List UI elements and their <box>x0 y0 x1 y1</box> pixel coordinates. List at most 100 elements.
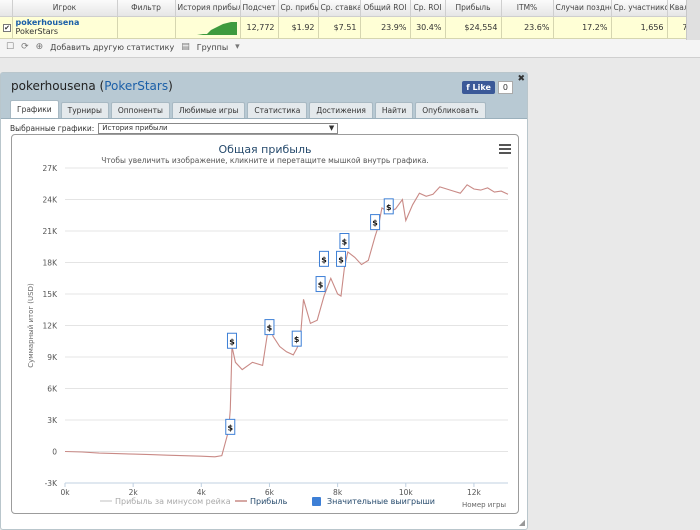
header-avg-entrants[interactable]: Ср. участников <box>611 0 668 17</box>
chart-selector-value: История прибыли <box>102 124 168 132</box>
big-win-marker[interactable]: $ <box>226 332 237 349</box>
x-tick-label: 2k <box>129 488 139 497</box>
like-button-label: Like <box>472 83 491 92</box>
stats-panel: Игрок Фильтр История прибыли Подсчет Ср.… <box>0 0 700 58</box>
svg-text:$: $ <box>318 281 324 290</box>
header-filter[interactable]: Фильтр <box>117 0 176 17</box>
player-cell[interactable]: pokerhousena PokerStars <box>12 16 118 39</box>
folder-icon[interactable]: ▤ <box>181 42 190 52</box>
svg-text:$: $ <box>321 255 327 264</box>
refresh-icon[interactable]: ⟳ <box>21 42 29 52</box>
x-tick-label: 4k <box>197 488 207 497</box>
groups-menu[interactable]: Группы <box>197 43 228 52</box>
header-total-roi[interactable]: Общий ROI <box>360 0 411 17</box>
player-site: PokerStars <box>15 27 59 36</box>
big-win-marker[interactable]: $ <box>336 250 347 267</box>
player-window: pokerhousena (PokerStars) f Like 0 ✖ Гра… <box>0 72 528 530</box>
facebook-icon: f <box>466 83 470 92</box>
svg-text:$: $ <box>294 335 300 344</box>
profit-chart-panel[interactable]: Общая прибыль Чтобы увеличить изображение… <box>11 134 519 514</box>
legend-symbol-big-wins <box>312 497 321 506</box>
big-win-marker[interactable]: $ <box>264 319 275 336</box>
profit-chart[interactable]: Общая прибыльЧтобы увеличить изображение… <box>12 135 518 513</box>
tab-publish[interactable]: Опубликовать <box>415 102 486 118</box>
svg-text:$: $ <box>342 238 348 247</box>
window-header: pokerhousena (PokerStars) f Like 0 ✖ <box>1 73 527 99</box>
header-select <box>0 0 13 17</box>
chevron-down-icon[interactable]: ▾ <box>235 42 240 52</box>
y-tick-label: 6K <box>47 385 58 394</box>
count-cell: 12,772 <box>240 16 279 39</box>
tab-tournaments[interactable]: Турниры <box>60 102 109 118</box>
y-tick-label: -3K <box>45 479 58 488</box>
y-axis-title: Суммарный итог (USD) <box>27 283 35 368</box>
header-late-reg[interactable]: Случаи поздней регистрации <box>553 0 612 17</box>
big-win-marker[interactable]: $ <box>291 330 302 347</box>
add-stats-link[interactable]: Добавить другую статистику <box>50 43 174 52</box>
profit-history-cell[interactable] <box>175 16 241 39</box>
resize-handle-icon[interactable]: ◢ <box>519 518 525 527</box>
profit-sparkline[interactable] <box>196 19 237 35</box>
like-button[interactable]: f Like <box>462 81 495 94</box>
y-tick-label: 21K <box>43 227 59 236</box>
tab-favorite-games[interactable]: Любимые игры <box>171 102 246 118</box>
big-win-marker[interactable]: $ <box>318 250 329 267</box>
avg-roi-cell: 30.4% <box>410 16 446 39</box>
y-tick-label: 12K <box>43 322 59 331</box>
legend-item[interactable]: Прибыль за минусом рейка <box>115 497 231 506</box>
x-tick-label: 12k <box>467 488 482 497</box>
big-win-marker[interactable]: $ <box>383 198 394 215</box>
legend-item[interactable]: Значительные выигрыши <box>327 497 435 506</box>
avg-profit-cell: $1.92 <box>278 16 319 39</box>
close-icon[interactable]: ✖ <box>517 74 525 84</box>
table-row[interactable]: ✔ pokerhousena PokerStars 12,772 $1.92 $… <box>0 16 700 39</box>
series-line-profit <box>64 184 509 458</box>
player-name-link[interactable]: pokerhousena <box>16 18 114 27</box>
legend-item[interactable]: Прибыль <box>250 497 288 506</box>
chart-selector-row: Выбранные графики: История прибыли ▼ <box>10 123 339 134</box>
big-win-marker[interactable]: $ <box>225 418 236 435</box>
header-profit-history[interactable]: История прибыли <box>175 0 241 17</box>
header-avg-profit[interactable]: Ср. прибыль <box>278 0 319 17</box>
row-checkbox-cell[interactable]: ✔ <box>0 16 13 39</box>
checkbox-icon[interactable]: ☐ <box>6 42 14 52</box>
chart-selector-dropdown[interactable]: История прибыли ▼ <box>98 123 339 134</box>
y-tick-label: 9K <box>47 353 58 362</box>
y-tick-label: 15K <box>43 290 59 299</box>
table-scrollbar[interactable] <box>686 0 700 40</box>
filter-cell <box>117 16 176 39</box>
x-tick-label: 6k <box>265 488 275 497</box>
header-avg-roi[interactable]: Ср. ROI <box>410 0 446 17</box>
chart-subtitle: Чтобы увеличить изображение, кликните и … <box>101 156 429 165</box>
window-tabs: Графики Турниры Оппоненты Любимые игры С… <box>1 99 527 119</box>
tab-statistics[interactable]: Статистика <box>247 102 308 118</box>
tab-opponents[interactable]: Оппоненты <box>110 102 170 118</box>
avg-stake-cell: $7.51 <box>318 16 361 39</box>
chart-selector-label: Выбранные графики: <box>10 124 95 133</box>
tab-charts[interactable]: Графики <box>10 100 59 118</box>
profit-cell: $24,554 <box>445 16 502 39</box>
header-player[interactable]: Игрок <box>12 0 118 17</box>
y-tick-label: 18K <box>43 259 59 268</box>
window-site-link[interactable]: PokerStars <box>104 79 168 93</box>
big-win-marker[interactable]: $ <box>315 276 326 293</box>
tab-achievements[interactable]: Достижения <box>309 102 373 118</box>
tab-search[interactable]: Найти <box>374 102 414 118</box>
chart-menu-icon[interactable] <box>499 144 511 154</box>
x-tick-label: 10k <box>399 488 414 497</box>
x-tick-label: 0k <box>60 488 70 497</box>
svg-text:$: $ <box>267 324 273 333</box>
row-checkbox[interactable]: ✔ <box>3 23 11 32</box>
like-count: 0 <box>497 81 513 94</box>
dropdown-arrow-icon: ▼ <box>328 124 335 132</box>
header-count[interactable]: Подсчет <box>240 0 279 17</box>
add-icon[interactable]: ⊕ <box>36 42 44 52</box>
header-avg-stake[interactable]: Ср. ставка <box>318 0 361 17</box>
facebook-like[interactable]: f Like 0 <box>462 81 513 94</box>
header-itm[interactable]: ITM% <box>501 0 554 17</box>
chart-title: Общая прибыль <box>219 143 312 156</box>
header-profit[interactable]: Прибыль <box>445 0 502 17</box>
big-win-marker[interactable]: $ <box>339 233 350 249</box>
total-roi-cell: 23.9% <box>360 16 411 39</box>
big-win-marker[interactable]: $ <box>370 214 381 231</box>
